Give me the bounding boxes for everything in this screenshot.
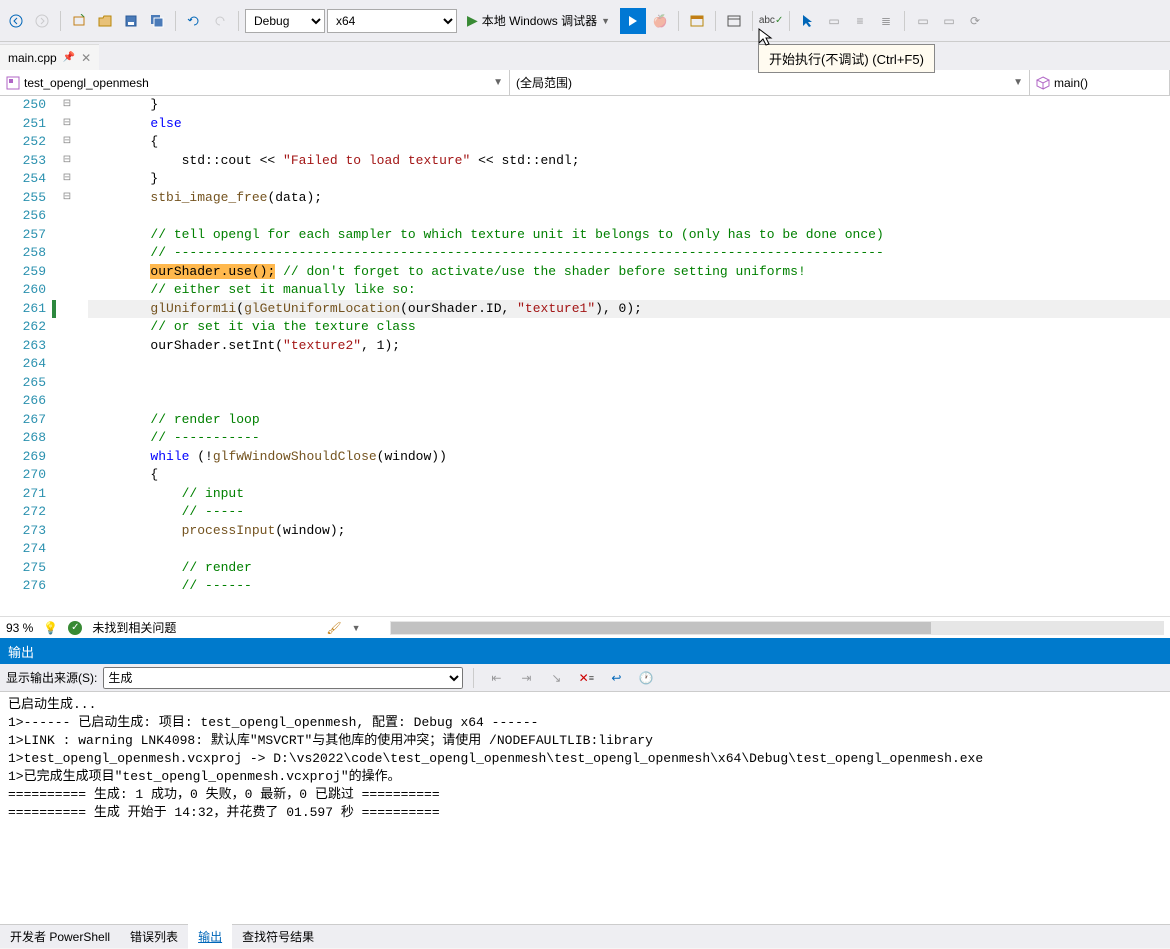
code-content[interactable]: } else { std::cout << "Failed to load te…	[76, 96, 1170, 616]
project-icon	[6, 76, 20, 90]
output-panel-header[interactable]: 输出	[0, 638, 1170, 664]
tb-end1-icon: ▭	[911, 9, 935, 33]
abc-icon[interactable]: abc✓	[759, 9, 783, 33]
platform-select[interactable]: x64	[327, 9, 457, 33]
run-tooltip: 开始执行(不调试) (Ctrl+F5)	[758, 44, 935, 73]
output-source-label: 显示输出来源(S):	[6, 669, 97, 686]
cursor-icon[interactable]	[796, 9, 820, 33]
wrap-icon[interactable]: ↩	[604, 666, 628, 690]
apple-icon: 🍎	[648, 9, 672, 33]
save-icon[interactable]	[119, 9, 143, 33]
nav-breadcrumb: test_opengl_openmesh ▼ (全局范围) ▼ main()	[0, 70, 1170, 96]
window-icon[interactable]	[722, 9, 746, 33]
nav-function[interactable]: main()	[1030, 70, 1170, 95]
browser-icon[interactable]	[685, 9, 709, 33]
tab-findresults[interactable]: 查找符号结果	[232, 924, 324, 949]
bottom-tab-bar: 开发者 PowerShell 错误列表 输出 查找符号结果	[0, 924, 1170, 948]
clear-output-icon[interactable]: ✕≡	[574, 666, 598, 690]
clock-icon[interactable]: 🕐	[634, 666, 658, 690]
new-project-icon[interactable]	[67, 9, 91, 33]
nav-fwd-icon[interactable]	[30, 9, 54, 33]
output-text[interactable]: 已启动生成... 1>------ 已启动生成: 项目: test_opengl…	[0, 692, 1170, 924]
output-source-select[interactable]: 生成	[103, 667, 463, 689]
config-select[interactable]: Debug	[245, 9, 325, 33]
fold-column[interactable]: ⊟⊟⊟⊟⊟⊟	[58, 96, 76, 616]
brush-icon[interactable]: 🖌	[326, 621, 341, 635]
chevron-down-icon: ▼	[493, 77, 503, 88]
debugger-label: 本地 Windows 调试器	[482, 12, 597, 29]
play-icon: ▶	[467, 12, 478, 29]
tb-extra2-icon: ≡	[848, 9, 872, 33]
lightbulb-icon[interactable]: 💡	[43, 621, 58, 635]
out-goto-icon[interactable]: ↘	[544, 666, 568, 690]
issues-label[interactable]: 未找到相关问题	[92, 619, 176, 636]
editor-status-bar: 93 % 💡 ✓ 未找到相关问题 🖌 ▼	[0, 616, 1170, 638]
nav-project[interactable]: test_opengl_openmesh ▼	[0, 70, 510, 95]
cube-icon	[1036, 76, 1050, 90]
main-toolbar: Debug x64 ▶ 本地 Windows 调试器 ▼ 🍎 abc✓ ▭ ≡ …	[0, 0, 1170, 42]
output-toolbar: 显示输出来源(S): 生成 ⇤ ⇥ ↘ ✕≡ ↩ 🕐	[0, 664, 1170, 692]
horizontal-scrollbar[interactable]	[390, 621, 1164, 635]
tab-errorlist[interactable]: 错误列表	[120, 924, 188, 949]
save-all-icon[interactable]	[145, 9, 169, 33]
tab-filename: main.cpp	[8, 51, 57, 65]
close-tab-icon[interactable]: ✕	[81, 51, 91, 65]
undo-icon[interactable]	[182, 9, 206, 33]
zoom-level[interactable]: 93 %	[6, 621, 33, 635]
nav-scope[interactable]: (全局范围) ▼	[510, 70, 1030, 95]
status-ok-icon: ✓	[68, 621, 82, 635]
tab-powershell[interactable]: 开发者 PowerShell	[0, 924, 120, 949]
run-nodebug-button[interactable]	[620, 8, 646, 34]
tb-end3-icon: ⟳	[963, 9, 987, 33]
redo-icon[interactable]	[208, 9, 232, 33]
open-file-icon[interactable]	[93, 9, 117, 33]
tb-end2-icon: ▭	[937, 9, 961, 33]
out-next-icon[interactable]: ⇥	[514, 666, 538, 690]
nav-back-icon[interactable]	[4, 9, 28, 33]
code-editor[interactable]: 2502512522532542552562572582592602612622…	[0, 96, 1170, 616]
file-tab-bar: main.cpp 📌 ✕	[0, 42, 1170, 70]
line-gutter: 2502512522532542552562572582592602612622…	[0, 96, 52, 616]
tab-output[interactable]: 输出	[188, 924, 232, 949]
start-debug-button[interactable]: ▶ 本地 Windows 调试器 ▼	[459, 9, 618, 33]
tb-extra3-icon: ≣	[874, 9, 898, 33]
tb-extra1-icon: ▭	[822, 9, 846, 33]
out-prev-icon[interactable]: ⇤	[484, 666, 508, 690]
file-tab-main[interactable]: main.cpp 📌 ✕	[0, 44, 99, 70]
pin-icon[interactable]: 📌	[63, 52, 75, 63]
chevron-down-icon: ▼	[1013, 77, 1023, 88]
